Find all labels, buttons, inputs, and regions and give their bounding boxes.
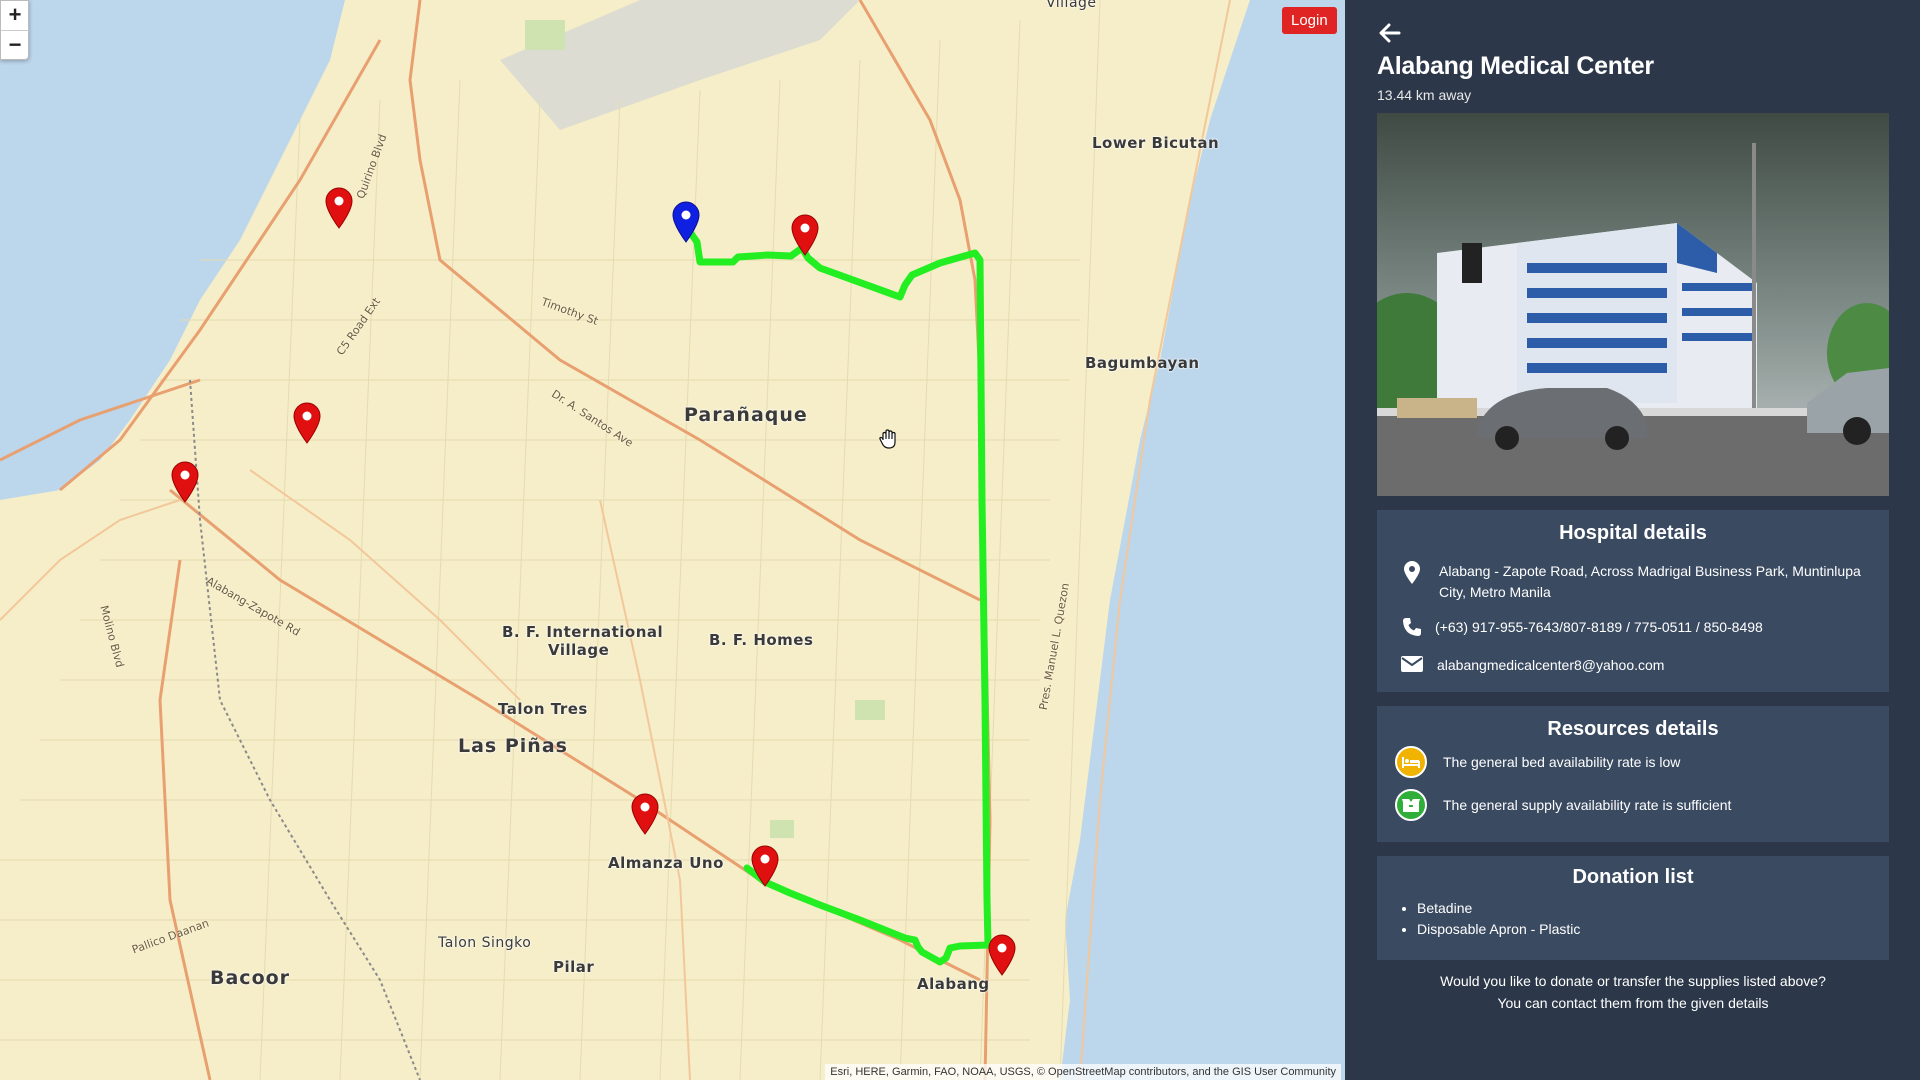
place-label: B. F. Homes — [709, 631, 814, 649]
place-label: Alabang — [917, 975, 990, 993]
bed-availability-text: The general bed availability rate is low — [1443, 754, 1681, 770]
place-label: Parañaque — [684, 404, 808, 426]
place-label: Talon Singko — [438, 935, 532, 951]
zoom-in-button[interactable]: + — [1, 1, 29, 30]
back-arrow-icon[interactable] — [1377, 20, 1403, 46]
place-label: Lower Bicutan — [1092, 134, 1220, 152]
place-label: Bagumbayan — [1085, 354, 1200, 372]
donation-item: Betadine — [1417, 898, 1580, 919]
hospital-pin[interactable] — [630, 793, 660, 835]
place-label: Las Piñas — [458, 735, 568, 757]
hospital-details-title: Hospital details — [1559, 522, 1707, 544]
hospital-address: Alabang - Zapote Road, Across Madrigal B… — [1439, 563, 1861, 600]
hospital-pin[interactable] — [790, 214, 820, 256]
map-attribution: Esri, HERE, Garmin, FAO, NOAA, USGS, © O… — [825, 1064, 1341, 1080]
login-button[interactable]: Login — [1282, 7, 1337, 34]
hospital-pin[interactable] — [170, 461, 200, 503]
supply-availability-text: The general supply availability rate is … — [1443, 797, 1732, 813]
footer-line: Would you like to donate or transfer the… — [1440, 973, 1826, 989]
user-location-pin[interactable] — [671, 201, 701, 243]
hospital-pin[interactable] — [324, 187, 354, 229]
donation-list-card: Donation list Betadine Disposable Apron … — [1377, 856, 1889, 960]
phone-icon — [1397, 617, 1427, 637]
resources-details-card: Resources details The general bed availa… — [1377, 706, 1889, 842]
hospital-photo — [1377, 113, 1889, 496]
hospital-phone[interactable]: (+63) 917-955-7643/807-8189 / 775-0511 /… — [1435, 617, 1763, 638]
phone-row: (+63) 917-955-7643/807-8189 / 775-0511 /… — [1397, 617, 1869, 638]
place-label: Village — [1046, 0, 1097, 11]
zoom-out-button[interactable]: − — [1, 30, 29, 59]
hospital-distance: 13.44 km away — [1377, 87, 1472, 103]
donation-list-title: Donation list — [1572, 866, 1694, 888]
place-label: B. F. International — [502, 623, 664, 641]
place-label: Talon Tres — [498, 700, 588, 718]
place-label: Bacoor — [210, 967, 291, 989]
place-label: Village — [548, 641, 610, 659]
envelope-icon — [1397, 655, 1427, 673]
location-pin-icon — [1397, 561, 1427, 585]
hospital-details-card: Hospital details Alabang - Zapote Road, … — [1377, 510, 1889, 692]
place-label: Pilar — [553, 958, 595, 976]
hospital-pin[interactable] — [292, 402, 322, 444]
hospital-name: Alabang Medical Center — [1377, 52, 1654, 80]
supply-box-icon — [1395, 789, 1427, 821]
selected-hospital-pin[interactable] — [987, 934, 1017, 976]
place-label: Almanza Uno — [608, 854, 724, 872]
hospital-side-panel: Alabang Medical Center 13.44 km away Hos… — [1345, 0, 1920, 1080]
donation-footer-note: Would you like to donate or transfer the… — [1377, 970, 1889, 1014]
donation-list: Betadine Disposable Apron - Plastic — [1417, 898, 1580, 940]
app-root: Village Lower Bicutan Bagumbayan Parañaq… — [0, 0, 1920, 1080]
zoom-control: + − — [0, 0, 29, 60]
resources-details-title: Resources details — [1547, 718, 1719, 740]
hospital-email[interactable]: alabangmedicalcenter8@yahoo.com — [1437, 655, 1664, 676]
footer-line: You can contact them from the given deta… — [1497, 995, 1769, 1011]
bed-availability-row: The general bed availability rate is low — [1395, 746, 1871, 778]
hand-cursor-icon — [879, 429, 896, 449]
map-view[interactable]: Village Lower Bicutan Bagumbayan Parañaq… — [0, 0, 1345, 1080]
address-row: Alabang - Zapote Road, Across Madrigal B… — [1397, 561, 1869, 603]
email-row: alabangmedicalcenter8@yahoo.com — [1397, 655, 1869, 676]
donation-item: Disposable Apron - Plastic — [1417, 919, 1580, 940]
supply-availability-row: The general supply availability rate is … — [1395, 789, 1871, 821]
bed-icon — [1395, 746, 1427, 778]
hospital-pin[interactable] — [750, 845, 780, 887]
